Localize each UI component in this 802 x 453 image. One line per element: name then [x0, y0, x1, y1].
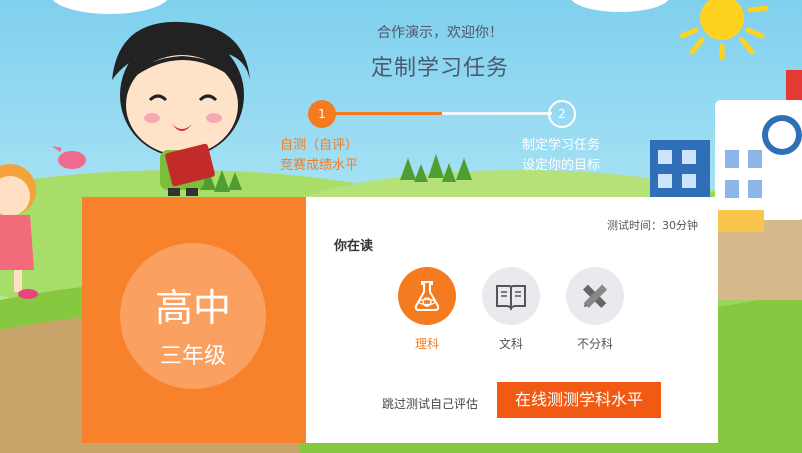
subject-undivided-option[interactable]: 不分科	[564, 267, 626, 352]
step-1-label: 自测（自评） 竞赛成绩水平	[280, 136, 358, 176]
grade-badge: 高中 三年级	[120, 243, 266, 389]
step-2-subtitle: 设定你的目标	[522, 158, 601, 173]
step-progress-line	[322, 112, 442, 115]
subject-arts-label: 文科	[498, 337, 523, 351]
step-2-title: 制定学习任务	[522, 138, 601, 153]
welcome-greeting: 合作演示，欢迎你！	[377, 25, 503, 41]
subject-arts-option[interactable]: 文科	[480, 267, 542, 352]
grade-level: 高中	[154, 286, 231, 330]
page-title: 定制学习任务	[370, 56, 509, 81]
book-icon	[482, 267, 540, 325]
boy-character-illustration	[112, 21, 250, 196]
test-time-label: 测试时间：30分钟	[607, 219, 698, 232]
sun-icon	[679, 0, 769, 61]
step-1-subtitle: 竞赛成绩水平	[280, 158, 359, 173]
assessment-panel: 高中 三年级 测试时间：30分钟 你在读 理科 文科 不分科 跳过测试自己评估 …	[82, 197, 718, 443]
progress-steps: 1 2 自测（自评） 竞赛成绩水平 制定学习任务 设定你的目标	[280, 100, 640, 180]
step-1-indicator: 1	[308, 100, 336, 128]
flask-icon	[398, 267, 456, 325]
subject-undivided-label: 不分科	[576, 337, 613, 351]
subject-science-label: 理科	[414, 337, 439, 351]
page-header: 合作演示，欢迎你！ 定制学习任务	[300, 22, 580, 82]
grade-year: 三年级	[159, 344, 226, 369]
online-test-button[interactable]: 在线测测学科水平	[497, 382, 661, 418]
step-1-title: 自测（自评）	[280, 138, 359, 153]
step-2-indicator: 2	[548, 100, 576, 128]
background-scene: 合作演示，欢迎你！ 定制学习任务 1 2 自测（自评） 竞赛成绩水平 制定学习任…	[0, 0, 802, 453]
skip-test-link[interactable]: 跳过测试自己评估	[382, 395, 478, 412]
step-remaining-line	[442, 112, 552, 115]
ruler-pencil-icon	[566, 267, 624, 325]
grade-panel: 高中 三年级	[82, 197, 306, 443]
step-2-label: 制定学习任务 设定你的目标	[522, 136, 600, 176]
bird-illustration	[52, 146, 86, 169]
subject-science-option[interactable]: 理科	[396, 267, 458, 352]
reading-label: 你在读	[334, 239, 374, 254]
